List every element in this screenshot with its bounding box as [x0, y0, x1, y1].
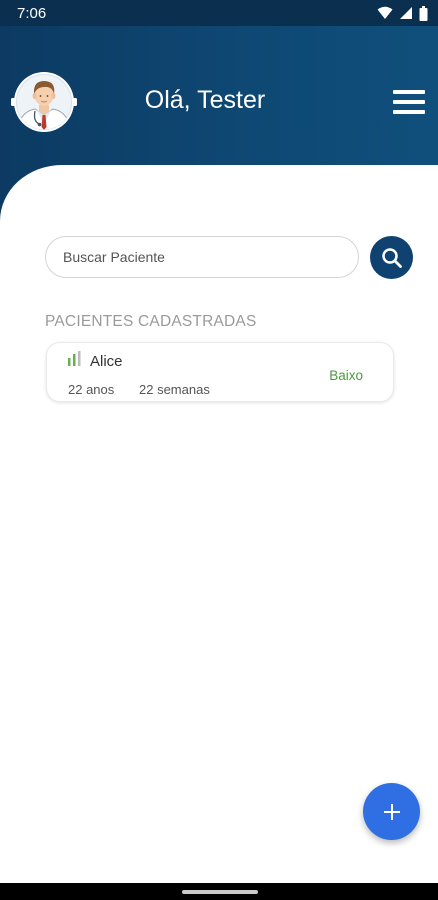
menu-button[interactable]: [393, 90, 425, 116]
patient-gestation: 22 semanas: [139, 382, 210, 397]
greeting-text: Olá, Tester: [144, 86, 266, 114]
greeting-title: Olá, Tester: [0, 86, 410, 115]
section-title: PACIENTES CADASTRADAS: [45, 313, 257, 330]
search-input[interactable]: [45, 236, 359, 278]
patient-card[interactable]: Alice 22 anos 22 semanas Baixo: [46, 342, 394, 402]
patient-risk-badge: Baixo: [329, 368, 363, 383]
status-time: 7:06: [17, 5, 47, 22]
signal-strength-icon: [68, 351, 81, 366]
main-content: PACIENTES CADASTRADAS Alice 22 anos 22 s…: [0, 165, 438, 880]
patient-name: Alice: [90, 353, 123, 370]
patient-age: 22 anos: [68, 382, 115, 397]
system-nav-bar: [0, 883, 438, 900]
search-icon: [381, 247, 402, 268]
home-indicator[interactable]: [182, 890, 258, 894]
search-button[interactable]: [370, 236, 413, 279]
status-icons: [377, 5, 428, 21]
battery-icon: [419, 5, 428, 21]
plus-icon: [383, 803, 400, 820]
cellular-icon: [400, 7, 412, 19]
wifi-icon: [377, 6, 393, 19]
add-patient-button[interactable]: [363, 783, 420, 840]
status-bar: 7:06: [0, 0, 438, 26]
